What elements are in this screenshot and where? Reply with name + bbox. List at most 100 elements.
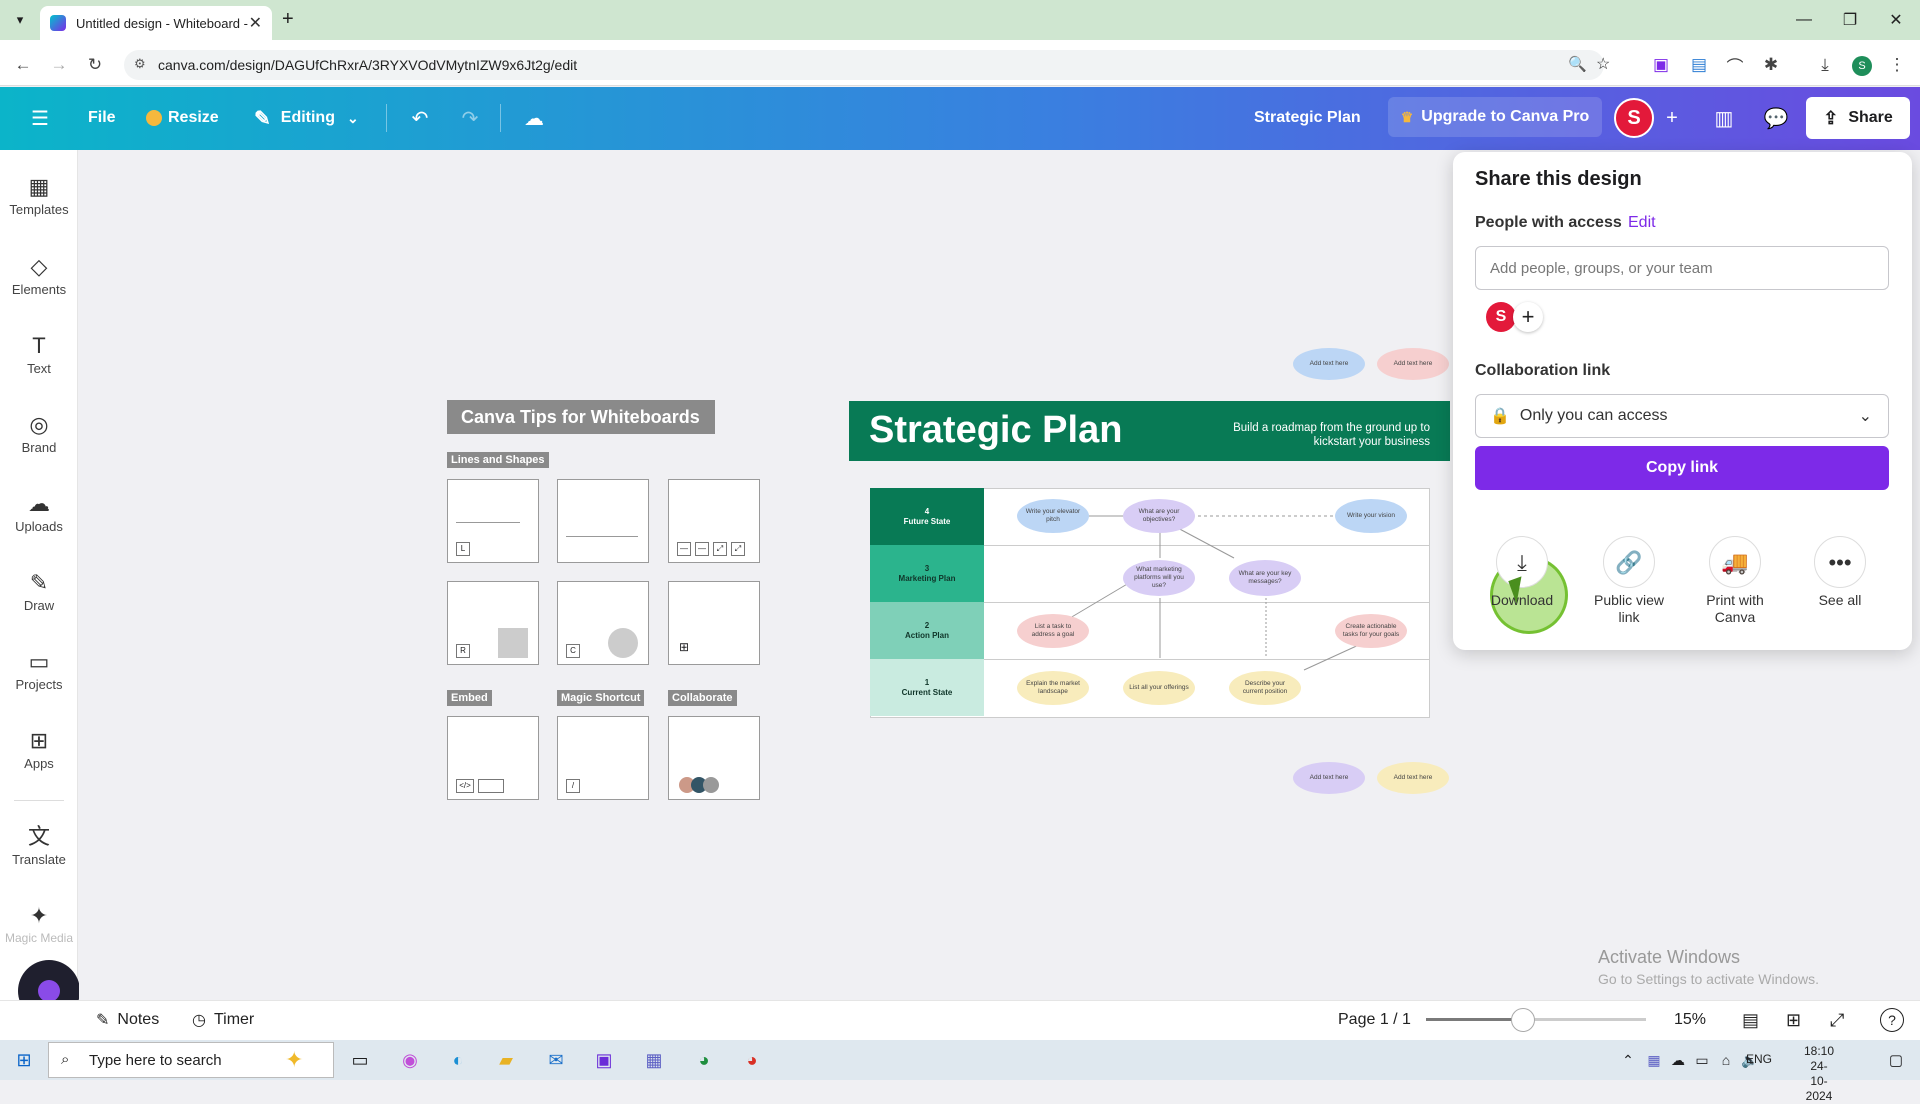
restore-icon[interactable]: ❐ [1830,6,1870,34]
plan-oval-current-position[interactable]: Describe your current position [1229,671,1301,705]
sidebar-item-uploads[interactable]: ☁ Uploads [0,489,78,534]
share-avatar[interactable]: S [1486,302,1516,332]
plan-oval-elevator-pitch[interactable]: Write your elevator pitch [1017,499,1089,533]
add-text-oval[interactable]: Add text here [1377,762,1449,794]
taskbar-search[interactable]: ⌕ Type here to search ✦ [48,1042,334,1078]
sidebar-item-templates[interactable]: ▦ Templates [0,172,78,217]
url-field[interactable]: ⚙ canva.com/design/DAGUfChRxrA/3RYXVOdVM… [124,50,1610,80]
add-text-oval[interactable]: Add text here [1293,762,1365,794]
bookmark-star-icon[interactable]: ☆ [1596,54,1610,74]
editing-mode-dropdown[interactable]: ✎ Editing ⌄ [254,98,359,138]
redo-icon[interactable]: ↷ [450,98,490,138]
comment-icon[interactable]: 💬 [1756,98,1796,138]
tip-card-elements[interactable]: ⊞ [668,581,760,665]
extension-word-icon[interactable]: ▤ [1684,50,1714,80]
add-person-button[interactable]: + [1513,302,1543,332]
tip-card-line-styles[interactable]: — — ⤢ ⤢ [668,479,760,563]
task-view-icon[interactable]: ▭ [342,1044,378,1076]
tab-list-chevron-icon[interactable]: ▾ [8,8,32,32]
zoom-icon[interactable]: 🔍 [1568,55,1587,73]
close-tab-icon[interactable]: ✕ [249,13,262,33]
row-label-marketing[interactable]: 3 Marketing Plan [870,545,984,602]
sidebar-item-magic-media[interactable]: ✦ Magic Media [0,901,78,951]
see-all-option[interactable]: ••• See all [1792,536,1888,609]
sidebar-item-projects[interactable]: ▭ Projects [0,647,78,692]
new-tab-icon[interactable]: + [282,8,294,31]
access-level-dropdown[interactable]: 🔒 Only you can access ⌄ [1475,394,1889,438]
design-title[interactable]: Strategic Plan [1254,98,1361,138]
main-menu-icon[interactable]: ☰ [20,98,60,138]
plan-oval-task[interactable]: List a task to address a goal [1017,614,1089,648]
help-icon[interactable]: ? [1880,1008,1904,1032]
sidebar-item-brand[interactable]: ◎ Brand [0,410,78,455]
chrome-icon[interactable]: ◕ [686,1044,722,1076]
notifications-icon[interactable]: ▢ [1878,1044,1914,1076]
tip-card-collaborate[interactable] [668,716,760,800]
tip-card-line[interactable]: L [447,479,539,563]
browser-menu-icon[interactable]: ⋮ [1882,50,1912,80]
plan-oval-marketing-platforms[interactable]: What marketing platforms will you use? [1123,560,1195,596]
timer-button[interactable]: ◷ Timer [192,1008,254,1032]
print-with-canva-option[interactable]: 🚚 Print with Canva [1687,536,1783,626]
user-avatar[interactable]: S [1614,98,1654,138]
plan-title[interactable]: Strategic Plan [869,404,1122,456]
share-button[interactable]: ⇪ Share [1806,97,1910,139]
plan-oval-vision[interactable]: Write your vision [1335,499,1407,533]
tips-tag-lines-shapes[interactable]: Lines and Shapes [447,452,549,468]
tips-tag-embed[interactable]: Embed [447,690,492,706]
site-info-icon[interactable]: ⚙ [134,56,146,72]
public-view-link-option[interactable]: 🔗 Public view link [1581,536,1677,626]
plan-oval-actionable-tasks[interactable]: Create actionable tasks for your goals [1335,614,1407,648]
sidebar-item-text[interactable]: T Text [0,331,78,376]
copy-link-button[interactable]: Copy link [1475,446,1889,490]
forward-icon[interactable]: → [44,50,74,80]
cloud-saved-icon[interactable]: ☁ [514,98,554,138]
resize-button[interactable]: Resize [146,98,219,138]
reload-icon[interactable]: ↻ [80,50,110,80]
row-label-future[interactable]: 4 Future State [870,488,984,545]
fullscreen-icon[interactable]: ⤢ [1830,1008,1844,1032]
profile-avatar[interactable]: S [1852,56,1872,76]
chrome-profile-icon[interactable]: ◕ [734,1044,770,1076]
mail-icon[interactable]: ✉ [538,1044,574,1076]
close-window-icon[interactable]: ✕ [1876,6,1916,34]
add-text-oval[interactable]: Add text here [1377,348,1449,380]
plan-subtitle[interactable]: Build a roadmap from the ground up to ki… [1210,421,1430,449]
insights-chart-icon[interactable]: ▥ [1704,98,1744,138]
page-view-icon[interactable]: ▤ [1742,1008,1759,1032]
row-label-current[interactable]: 1 Current State [870,659,984,716]
add-text-oval[interactable]: Add text here [1293,348,1365,380]
page-indicator[interactable]: Page 1 / 1 [1338,1008,1411,1032]
sidebar-item-apps[interactable]: ⊞ Apps [0,726,78,771]
windows-start-icon[interactable]: ⊞ [6,1044,42,1076]
app-icon[interactable]: ▣ [586,1044,622,1076]
tip-card-circle[interactable]: C [557,581,649,665]
tips-tag-collaborate[interactable]: Collaborate [668,690,737,706]
row-label-action[interactable]: 2 Action Plan [870,602,984,659]
taskbar-clock[interactable]: ENG 18:10 24-10-2024 [1746,1044,1834,1104]
add-people-input[interactable]: Add people, groups, or your team [1475,246,1889,290]
notes-button[interactable]: ✎ Notes [96,1008,159,1032]
add-collaborator-icon[interactable]: + [1652,98,1692,138]
tips-title[interactable]: Canva Tips for Whiteboards [447,400,715,434]
upgrade-button[interactable]: ♛ Upgrade to Canva Pro [1388,97,1602,137]
tip-card-embed[interactable]: </> [447,716,539,800]
plan-oval-market-landscape[interactable]: Explain the market landscape [1017,671,1089,705]
zoom-level[interactable]: 15% [1674,1008,1706,1032]
sidebar-item-elements[interactable]: ◇ Elements [0,252,78,297]
edge-icon[interactable]: ◐ [440,1044,476,1076]
plan-oval-offerings[interactable]: List all your offerings [1123,671,1195,705]
file-explorer-icon[interactable]: ▰ [488,1044,524,1076]
tip-card-double-click[interactable] [557,479,649,563]
tip-card-magic-shortcut[interactable]: / [557,716,649,800]
extensions-icon[interactable]: ✱ [1756,50,1786,80]
edit-access-link[interactable]: Edit [1628,214,1656,232]
tip-card-rectangle[interactable]: R [447,581,539,665]
copilot-icon[interactable]: ◉ [392,1044,428,1076]
extension-canva-icon[interactable]: ▣ [1646,50,1676,80]
file-menu[interactable]: File [88,98,116,138]
tips-tag-magic-shortcut[interactable]: Magic Shortcut [557,690,645,706]
undo-icon[interactable]: ↶ [400,98,440,138]
back-icon[interactable]: ← [8,50,38,80]
plan-oval-objectives[interactable]: What are your objectives? [1123,499,1195,533]
